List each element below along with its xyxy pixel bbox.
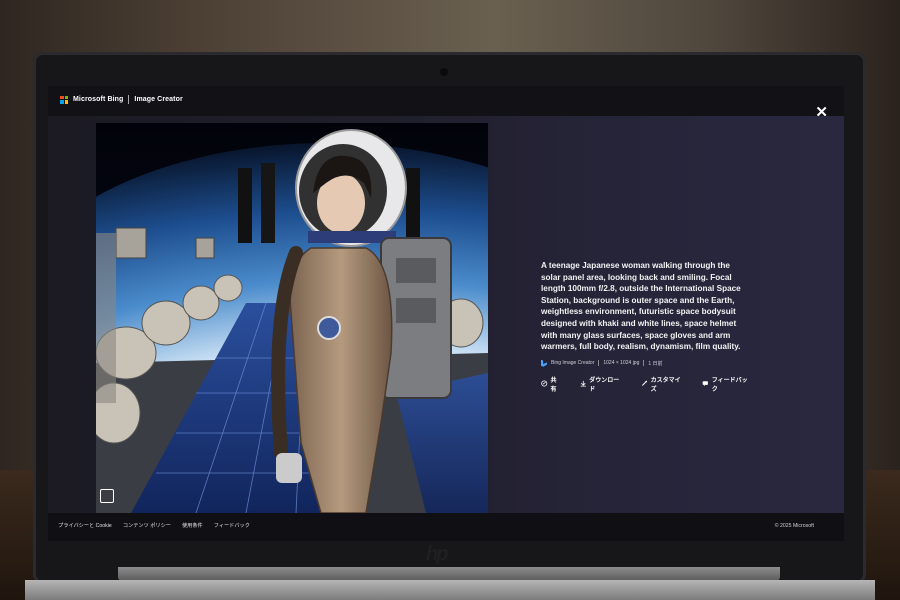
- image-search-icon[interactable]: [100, 489, 114, 503]
- download-label: ダウンロード: [589, 377, 620, 393]
- feedback-icon: [702, 381, 709, 387]
- feedback-button[interactable]: フィードバック: [702, 375, 751, 393]
- brand[interactable]: Microsoft Bing Image Creator: [60, 95, 183, 104]
- footer-link-content-policy[interactable]: コンテンツ ポリシー: [123, 522, 171, 529]
- hp-logo: hp: [426, 543, 448, 565]
- footer-link-feedback[interactable]: フィードバック: [214, 522, 250, 529]
- brand-name: Microsoft Bing: [73, 96, 124, 103]
- meta-divider: [643, 360, 645, 367]
- download-icon: [580, 381, 586, 387]
- footer-links: プライバシーと Cookie コンテンツ ポリシー 使用条件 フィードバック: [58, 522, 250, 529]
- laptop-screen: Microsoft Bing Image Creator ✕ A teenage…: [48, 86, 844, 541]
- customize-button[interactable]: カスタマイズ: [641, 375, 684, 393]
- image-source: Bing Image Creator: [551, 360, 595, 367]
- footer: プライバシーと Cookie コンテンツ ポリシー 使用条件 フィードバック ©…: [48, 513, 844, 541]
- share-icon: [541, 380, 548, 387]
- customize-label: カスタマイズ: [650, 377, 681, 393]
- microsoft-logo-icon: [60, 95, 68, 104]
- brand-divider: [128, 95, 130, 104]
- detail-panel: A teenage Japanese woman walking through…: [541, 260, 751, 393]
- generated-image-art: [96, 123, 488, 513]
- footer-link-privacy[interactable]: プライバシーと Cookie: [58, 522, 112, 529]
- bing-icon: [541, 359, 547, 367]
- product-name: Image Creator: [134, 96, 183, 103]
- meta-divider: [598, 360, 600, 367]
- customize-icon: [641, 380, 648, 387]
- generated-image[interactable]: [96, 123, 488, 513]
- viewer-main: A teenage Japanese woman walking through…: [48, 116, 844, 513]
- download-button[interactable]: ダウンロード: [580, 375, 623, 393]
- image-meta: Bing Image Creator 1024 × 1024 jpg 1 日前: [541, 359, 751, 367]
- action-bar: 共有 ダウンロード カスタマイズ フィードバック: [541, 375, 751, 393]
- image-dimensions: 1024 × 1024 jpg: [603, 360, 640, 367]
- copyright: © 2025 Microsoft: [774, 523, 814, 529]
- top-bar: Microsoft Bing Image Creator ✕: [48, 86, 844, 120]
- feedback-label: フィードバック: [711, 377, 748, 393]
- laptop-base: [25, 580, 875, 600]
- laptop-hinge: [118, 567, 780, 581]
- prompt-text: A teenage Japanese woman walking through…: [541, 261, 741, 352]
- share-button[interactable]: 共有: [541, 375, 562, 393]
- webcam: [440, 68, 448, 76]
- footer-link-terms[interactable]: 使用条件: [182, 522, 203, 529]
- share-label: 共有: [550, 377, 557, 393]
- image-age: 1 日前: [648, 360, 663, 367]
